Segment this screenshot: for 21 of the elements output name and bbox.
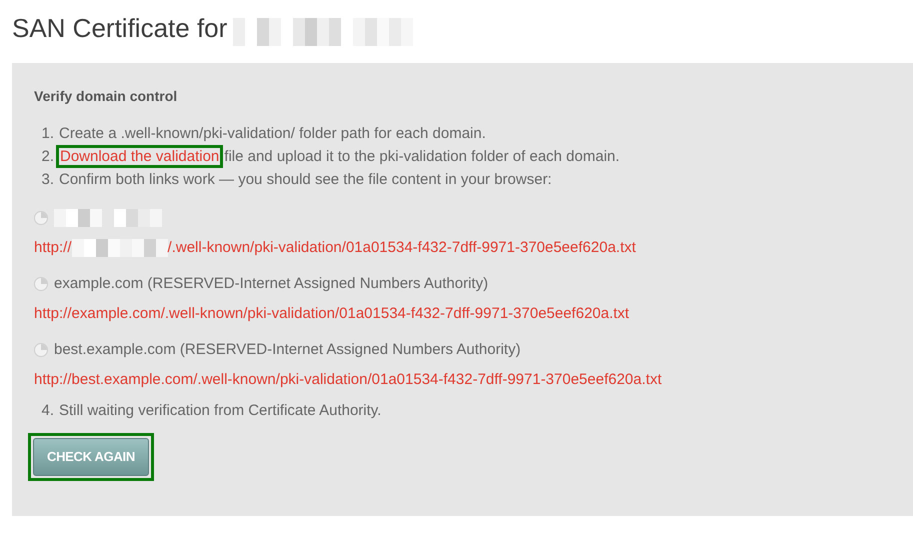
pending-icon: [34, 277, 48, 291]
section-heading: Verify domain control: [34, 87, 178, 105]
domain-name: best.example.com (RESERVED-Internet Assigned Numbers Authority): [54, 340, 521, 360]
step-text: Download the validation file and upload it to the pki-validation folder of each domain.: [59, 146, 620, 169]
domain-name: example.com (RESERVED-Internet Assigned Numbers Authority): [54, 274, 488, 294]
download-link[interactable]: Download the validation: [59, 148, 220, 166]
validation-url-link[interactable]: /.well-known/pki-validation/01a01534-f432-7dff-9971-370e5eef620a.txt: [168, 236, 636, 260]
step-number: 4.: [40, 401, 54, 422]
pending-icon: [34, 211, 48, 225]
validation-url-link[interactable]: http://best.example.com/.well-known/pki-validation/01a01534-f432-7dff-9971-370e5eef620a.txt: [34, 368, 662, 392]
validation-url-link[interactable]: http://example.com/.well-known/pki-validation/01a01534-f432-7dff-9971-370e5eef620a.txt: [34, 302, 630, 326]
step-text: Create a .well-known/pki-validation/ folder path for each domain.: [59, 124, 486, 144]
step-text: Still waiting verification from Certificate Authority.: [59, 401, 382, 422]
step-number: 2.: [40, 147, 54, 168]
check-again-button[interactable]: CHECK AGAIN: [33, 438, 149, 476]
validation-url-link[interactable]: http://: [34, 236, 72, 260]
step-number: 1.: [40, 124, 54, 144]
step-number: 3.: [40, 170, 54, 190]
page-title: SAN Certificate for: [12, 12, 228, 44]
step-text: Confirm both links work — you should see the file content in your browser:: [59, 170, 552, 190]
pending-icon: [34, 343, 48, 357]
